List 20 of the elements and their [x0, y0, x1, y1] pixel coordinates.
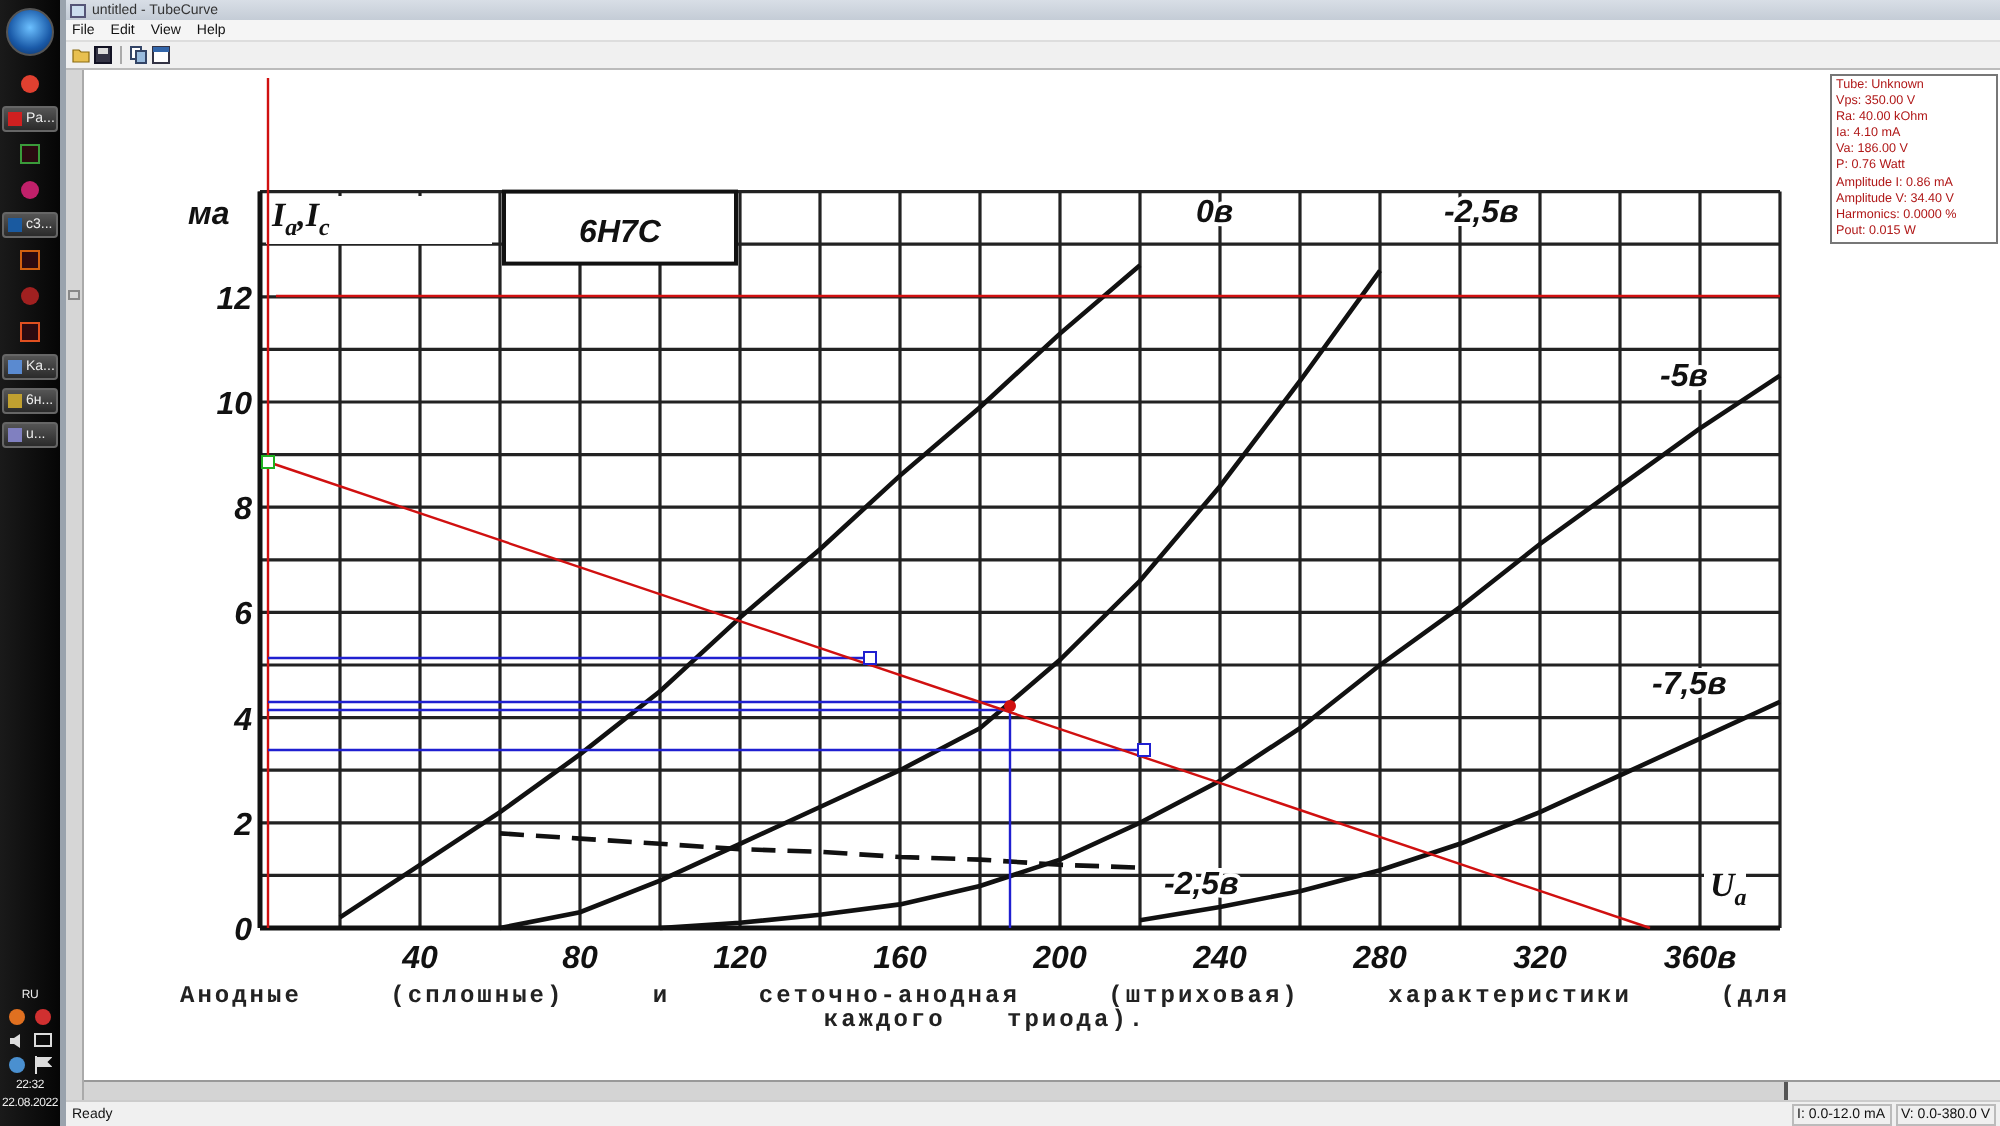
figure-caption: Анодные (сплошные) и сеточно-анодная (штриховая) характеристики (для каждого триода). [180, 984, 1790, 1032]
tick-label: 8 [234, 493, 252, 528]
tick-label: 280 [1353, 942, 1407, 976]
tick-label: 320 [1513, 942, 1567, 976]
tick-label: 120 [713, 942, 767, 976]
tick-label: 80 [562, 942, 598, 976]
tick-label: 160 [873, 942, 927, 976]
tick-label: 240 [1193, 942, 1247, 976]
tick-label: 200 [1033, 942, 1087, 976]
tick-label: 2 [234, 808, 252, 843]
tick-label: 12 [216, 282, 252, 317]
unit-label: ма [188, 198, 230, 232]
axis-title: I$_{а}$,I$_{с}$ [266, 195, 492, 244]
tick-label: 4 [234, 703, 252, 738]
tick-label: 360в [1663, 942, 1737, 976]
tick-label: 10 [216, 388, 252, 422]
tick-label: 0 [234, 914, 252, 948]
tick-label: 6 [234, 598, 252, 633]
tick-label: 40 [402, 942, 438, 976]
tube-name-box: 6Н7С [502, 189, 738, 266]
